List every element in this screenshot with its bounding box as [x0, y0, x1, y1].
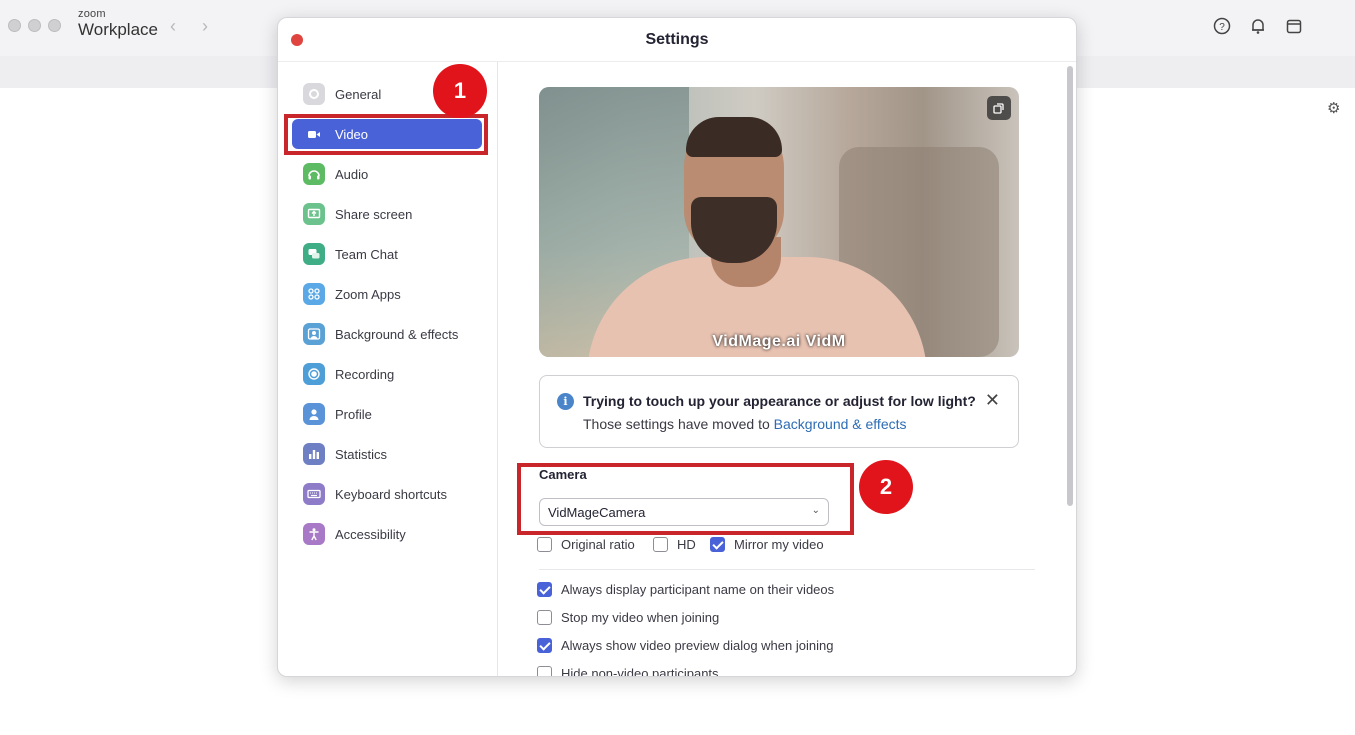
window-minimize-button[interactable]: [28, 19, 41, 32]
checkbox[interactable]: [537, 582, 552, 597]
profile-icon: [303, 403, 325, 425]
sidebar-item-label: Share screen: [335, 206, 413, 222]
checkbox-label: Original ratio: [561, 537, 635, 552]
keyboard-icon: [303, 483, 325, 505]
hd-checkbox[interactable]: HD: [653, 537, 696, 552]
checkbox-label: Always show video preview dialog when jo…: [561, 638, 834, 653]
close-icon[interactable]: ✕: [985, 390, 1000, 411]
info-icon: i: [557, 393, 574, 410]
sidebar-item-share-screen[interactable]: Share screen: [292, 199, 482, 229]
rotate-icon: [993, 103, 1004, 114]
background-effects-link[interactable]: Background & effects: [774, 416, 907, 432]
sidebar-item-label: Accessibility: [335, 526, 406, 542]
sidebar-item-profile[interactable]: Profile: [292, 399, 482, 429]
dialog-header: Settings: [278, 18, 1076, 62]
checkbox[interactable]: [537, 610, 552, 625]
checkbox-label: Stop my video when joining: [561, 610, 720, 625]
app-logo: zoom Workplace: [78, 8, 158, 39]
checkbox-label: Always display participant name on their…: [561, 582, 835, 597]
sidebar-item-zoom-apps[interactable]: Zoom Apps: [292, 279, 482, 309]
checkbox-label: Hide non-video participants: [561, 666, 719, 677]
display-participant-name-checkbox[interactable]: Always display participant name on their…: [537, 582, 834, 597]
checkbox-label: HD: [677, 537, 696, 552]
sidebar-item-background-effects[interactable]: Background & effects: [292, 319, 482, 349]
rotate-video-button[interactable]: [987, 96, 1011, 120]
checkbox[interactable]: [537, 638, 552, 653]
checkbox[interactable]: [537, 537, 552, 552]
brand-small: zoom: [78, 8, 106, 20]
gear-icon[interactable]: ⚙: [1327, 99, 1340, 117]
sidebar-item-label: Team Chat: [335, 246, 398, 262]
apps-icon: [303, 283, 325, 305]
record-icon: [303, 363, 325, 385]
checkbox[interactable]: [710, 537, 725, 552]
sidebar-item-label: General: [335, 86, 382, 102]
checkbox[interactable]: [653, 537, 668, 552]
info-notice: i Trying to touch up your appearance or …: [539, 375, 1019, 448]
stop-video-joining-checkbox[interactable]: Stop my video when joining: [537, 610, 719, 625]
sidebar-item-label: Keyboard shortcuts: [335, 486, 448, 502]
window-close-button[interactable]: [8, 19, 21, 32]
highlight-video-tab: [284, 114, 488, 155]
person-background-icon: [303, 323, 325, 345]
help-icon[interactable]: ?: [1212, 16, 1232, 36]
calendar-icon[interactable]: [1284, 16, 1304, 36]
sidebar-item-team-chat[interactable]: Team Chat: [292, 239, 482, 269]
step-1-badge: 1: [433, 64, 487, 118]
sidebar-item-label: Zoom Apps: [335, 286, 401, 302]
step-2-badge: 2: [859, 460, 913, 514]
checkbox[interactable]: [537, 666, 552, 676]
scrollbar[interactable]: [1067, 66, 1073, 506]
svg-text:?: ?: [1219, 22, 1225, 33]
share-screen-icon: [303, 203, 325, 225]
original-ratio-checkbox[interactable]: Original ratio: [537, 537, 635, 552]
headphones-icon: [303, 163, 325, 185]
hide-non-video-participants-checkbox[interactable]: Hide non-video participants: [537, 666, 719, 677]
sidebar-item-label: Profile: [335, 406, 372, 422]
back-arrow-icon[interactable]: ‹: [170, 16, 176, 37]
video-preview-dialog-checkbox[interactable]: Always show video preview dialog when jo…: [537, 638, 833, 653]
sidebar-item-label: Statistics: [335, 446, 388, 462]
gear-icon: [303, 83, 325, 105]
notice-body: Those settings have moved to Background …: [583, 416, 907, 432]
sidebar-item-label: Background & effects: [335, 326, 459, 342]
bell-icon[interactable]: [1248, 16, 1268, 36]
notice-title: Trying to touch up your appearance or ad…: [583, 393, 976, 409]
chat-bubble-icon: [303, 243, 325, 265]
accessibility-icon: [303, 523, 325, 545]
sidebar-item-statistics[interactable]: Statistics: [292, 439, 482, 469]
watermark-text: VidMage.ai VidM: [712, 333, 846, 350]
sidebar-item-label: Recording: [335, 366, 395, 382]
sidebar-item-accessibility[interactable]: Accessibility: [292, 519, 482, 549]
dialog-title: Settings: [645, 31, 709, 48]
brand-big: Workplace: [78, 20, 158, 39]
highlight-camera-select: [517, 463, 854, 535]
video-settings-panel: VidMage.ai VidM i Trying to touch up you…: [499, 62, 1065, 677]
mirror-video-checkbox[interactable]: Mirror my video: [710, 537, 824, 552]
person-hair: [686, 117, 782, 157]
forward-arrow-icon[interactable]: ›: [202, 16, 208, 37]
notice-body-text: Those settings have moved to: [583, 416, 774, 432]
sidebar-item-label: Audio: [335, 166, 369, 182]
bar-chart-icon: [303, 443, 325, 465]
video-preview: VidMage.ai VidM: [539, 87, 1019, 357]
checkbox-label: Mirror my video: [734, 537, 824, 552]
sidebar-item-recording[interactable]: Recording: [292, 359, 482, 389]
divider: [539, 569, 1035, 570]
window-zoom-button[interactable]: [48, 19, 61, 32]
sidebar-item-keyboard-shortcuts[interactable]: Keyboard shortcuts: [292, 479, 482, 509]
sidebar-item-audio[interactable]: Audio: [292, 159, 482, 189]
